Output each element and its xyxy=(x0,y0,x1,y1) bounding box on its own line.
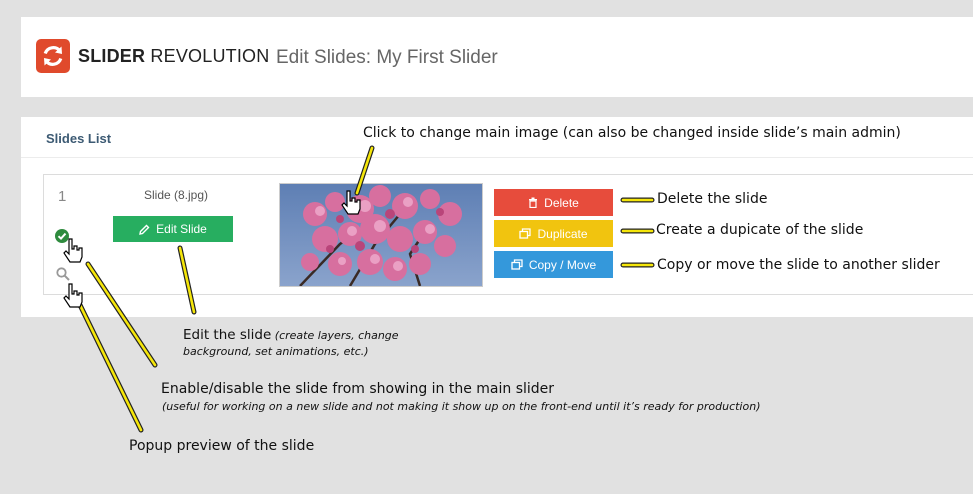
pointer-hand-icon xyxy=(341,190,361,215)
callout-lines xyxy=(77,145,655,433)
pointer-hand-icon xyxy=(63,238,83,263)
annotation-edit-main: Edit the slide xyxy=(183,327,272,343)
annotation-duplicate: Create a dupicate of the slide xyxy=(656,222,864,238)
pointer-hand-icon xyxy=(63,283,83,308)
annotation-enable-main: Enable/disable the slide from showing in… xyxy=(161,381,555,397)
annotation-preview: Popup preview of the slide xyxy=(129,438,315,454)
annotation-copy-move: Copy or move the slide to another slider xyxy=(657,257,940,273)
annotation-image: Click to change main image (can also be … xyxy=(363,125,901,141)
annotation-edit: Edit the slide (create layers, change ba… xyxy=(183,327,443,360)
annotation-enable-sub: (useful for working on a new slide and n… xyxy=(162,400,761,413)
annotation-delete: Delete the slide xyxy=(657,191,768,207)
